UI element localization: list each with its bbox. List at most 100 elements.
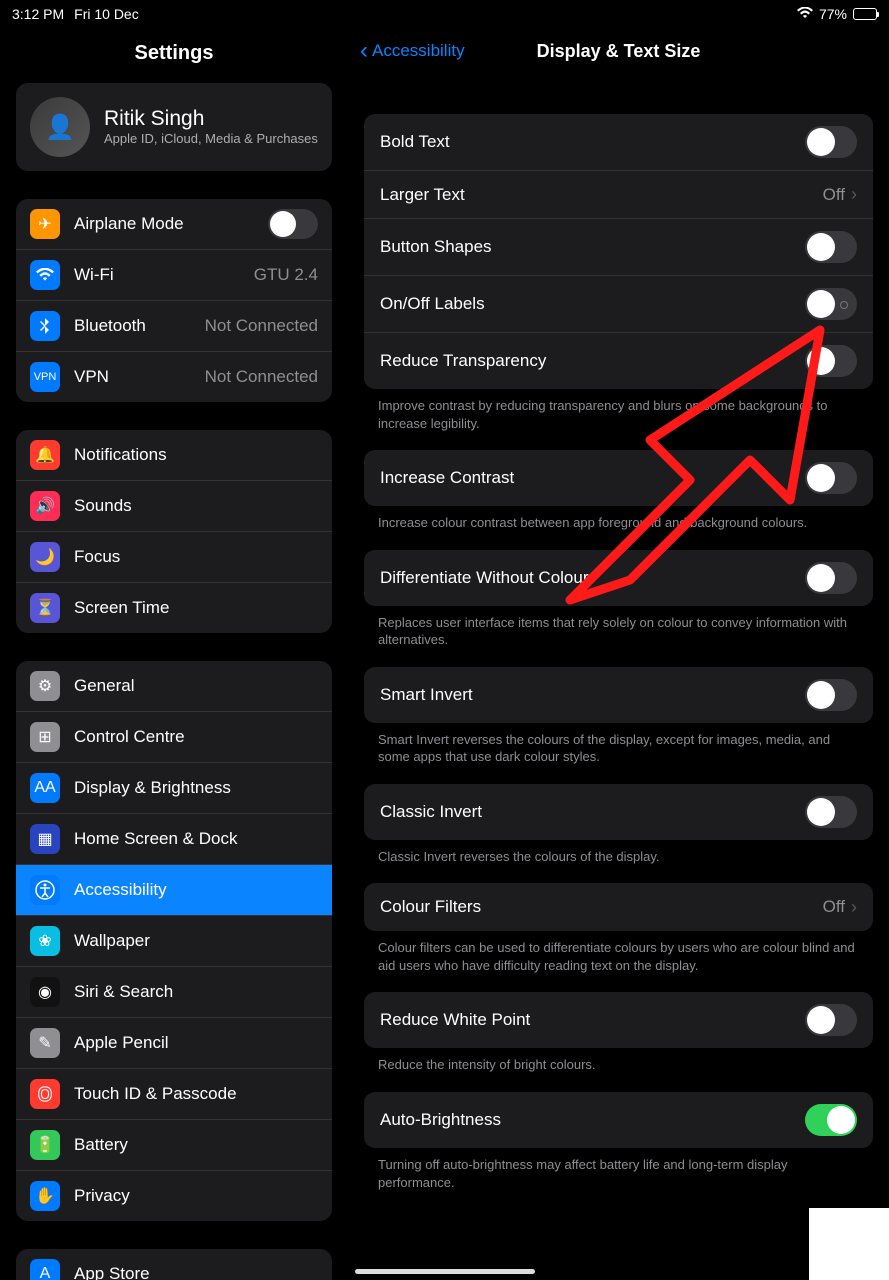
- section-footer: Reduce the intensity of bright colours.: [348, 1048, 889, 1074]
- setting-row-increase-contrast[interactable]: Increase Contrast: [364, 450, 873, 506]
- section-footer: Turning off auto-brightness may affect b…: [348, 1148, 889, 1191]
- sidebar-item-wi-fi[interactable]: Wi-FiGTU 2.4: [16, 250, 332, 301]
- sidebar-item-label: VPN: [74, 367, 191, 387]
- sidebar-item-control-centre[interactable]: ⊞Control Centre: [16, 712, 332, 763]
- display-brightness-icon: AA: [30, 773, 60, 803]
- sidebar-item-label: Battery: [74, 1135, 318, 1155]
- sidebar-item-label: Privacy: [74, 1186, 318, 1206]
- sidebar-item-bluetooth[interactable]: Bluetooth Not Connected: [16, 301, 332, 352]
- toggle[interactable]: [805, 345, 857, 377]
- apple-pencil-icon: ✎: [30, 1028, 60, 1058]
- detail-section-7: Auto-Brightness: [364, 1092, 873, 1148]
- setting-row-colour-filters[interactable]: Colour Filters Off›: [364, 883, 873, 931]
- setting-row-on-off-labels[interactable]: On/Off Labels: [364, 276, 873, 333]
- toggle[interactable]: [805, 288, 857, 320]
- section-footer: Classic Invert reverses the colours of t…: [348, 840, 889, 866]
- detail-section-0: Bold Text Larger TextOff›Button ShapesOn/…: [364, 114, 873, 389]
- setting-row-bold-text[interactable]: Bold Text: [364, 114, 873, 171]
- sidebar-item-siri-search[interactable]: ◉Siri & Search: [16, 967, 332, 1018]
- setting-label: Reduce White Point: [380, 1010, 530, 1030]
- sidebar-item-label: Notifications: [74, 445, 318, 465]
- sidebar-item-home-screen-dock[interactable]: ▦ Home Screen & Dock: [16, 814, 332, 865]
- setting-label: Bold Text: [380, 132, 450, 152]
- sidebar-item-label: App Store: [74, 1264, 318, 1280]
- sidebar-item-label: Touch ID & Passcode: [74, 1084, 318, 1104]
- back-button[interactable]: ‹ Accessibility: [360, 39, 465, 63]
- setting-row-differentiate-without-colour[interactable]: Differentiate Without Colour: [364, 550, 873, 606]
- setting-row-classic-invert[interactable]: Classic Invert: [364, 784, 873, 840]
- toggle[interactable]: [805, 1004, 857, 1036]
- setting-row-reduce-white-point[interactable]: Reduce White Point: [364, 992, 873, 1048]
- app-store-icon: A: [30, 1259, 60, 1280]
- sidebar-title: Settings: [0, 28, 348, 83]
- sidebar-item-privacy[interactable]: ✋ Privacy: [16, 1171, 332, 1221]
- setting-label: Auto-Brightness: [380, 1110, 501, 1130]
- sidebar-item-display-brightness[interactable]: AADisplay & Brightness: [16, 763, 332, 814]
- home-indicator: [355, 1269, 535, 1274]
- white-patch: [809, 1208, 889, 1280]
- sidebar-item-value: GTU 2.4: [254, 265, 318, 285]
- setting-row-auto-brightness[interactable]: Auto-Brightness: [364, 1092, 873, 1148]
- detail-section-4: Classic Invert: [364, 784, 873, 840]
- connectivity-section: ✈ Airplane Mode Wi-FiGTU 2.4 Bluetooth Not C…: [16, 199, 332, 402]
- section-footer: Increase colour contrast between app for…: [348, 506, 889, 532]
- sidebar-item-focus[interactable]: 🌙Focus: [16, 532, 332, 583]
- notif-section: 🔔Notifications🔊Sounds🌙Focus⏳Screen Time: [16, 430, 332, 633]
- sidebar-item-airplane-mode[interactable]: ✈ Airplane Mode: [16, 199, 332, 250]
- sidebar-item-vpn[interactable]: VPNVPNNot Connected: [16, 352, 332, 402]
- toggle[interactable]: [805, 462, 857, 494]
- setting-value: Off›: [823, 897, 857, 918]
- sidebar-item-apple-pencil[interactable]: ✎ Apple Pencil: [16, 1018, 332, 1069]
- toggle[interactable]: [805, 1104, 857, 1136]
- wallpaper-icon: ❀: [30, 926, 60, 956]
- detail-section-3: Smart Invert: [364, 667, 873, 723]
- toggle[interactable]: [805, 126, 857, 158]
- profile-row[interactable]: 👤 Ritik Singh Apple ID, iCloud, Media & …: [16, 83, 332, 171]
- status-date: Fri 10 Dec: [74, 6, 139, 22]
- toggle[interactable]: [268, 209, 318, 239]
- toggle[interactable]: [805, 231, 857, 263]
- privacy-icon: ✋: [30, 1181, 60, 1211]
- sidebar-item-label: Airplane Mode: [74, 214, 254, 234]
- airplane-mode-icon: ✈: [30, 209, 60, 239]
- sidebar-item-battery[interactable]: 🔋Battery: [16, 1120, 332, 1171]
- siri-search-icon: ◉: [30, 977, 60, 1007]
- sidebar-item-label: Control Centre: [74, 727, 318, 747]
- setting-row-button-shapes[interactable]: Button Shapes: [364, 219, 873, 276]
- profile-name: Ritik Singh: [104, 107, 318, 131]
- sidebar-item-label: Home Screen & Dock: [74, 829, 318, 849]
- wifi-icon: [797, 6, 813, 22]
- profile-section: 👤 Ritik Singh Apple ID, iCloud, Media & …: [16, 83, 332, 171]
- setting-row-reduce-transparency[interactable]: Reduce Transparency: [364, 333, 873, 389]
- sidebar-item-sounds[interactable]: 🔊Sounds: [16, 481, 332, 532]
- back-label: Accessibility: [372, 41, 465, 61]
- sidebar-item-label: Sounds: [74, 496, 318, 516]
- setting-row-smart-invert[interactable]: Smart Invert: [364, 667, 873, 723]
- sidebar-item-value: Not Connected: [205, 316, 318, 336]
- toggle[interactable]: [805, 679, 857, 711]
- setting-label: Differentiate Without Colour: [380, 568, 589, 588]
- sidebar-item-label: General: [74, 676, 318, 696]
- sidebar-item-screen-time[interactable]: ⏳Screen Time: [16, 583, 332, 633]
- chevron-left-icon: ‹: [360, 39, 368, 63]
- appstore-section: A App Store: [16, 1249, 332, 1280]
- setting-label: Larger Text: [380, 185, 465, 205]
- sidebar-item-wallpaper[interactable]: ❀Wallpaper: [16, 916, 332, 967]
- section-footer: Colour filters can be used to differenti…: [348, 931, 889, 974]
- setting-label: Classic Invert: [380, 802, 482, 822]
- sidebar-item-label: Apple Pencil: [74, 1033, 318, 1053]
- setting-row-larger-text[interactable]: Larger TextOff›: [364, 171, 873, 219]
- setting-label: Colour Filters: [380, 897, 481, 917]
- toggle[interactable]: [805, 796, 857, 828]
- detail-section-2: Differentiate Without Colour: [364, 550, 873, 606]
- profile-sub: Apple ID, iCloud, Media & Purchases: [104, 131, 318, 147]
- status-time: 3:12 PM: [12, 6, 64, 22]
- sidebar-item-label: Bluetooth: [74, 316, 191, 336]
- sidebar-item-notifications[interactable]: 🔔Notifications: [16, 430, 332, 481]
- sidebar-item-touch-id-passcode[interactable]: Touch ID & Passcode: [16, 1069, 332, 1120]
- home-screen-dock-icon: ▦: [30, 824, 60, 854]
- sidebar-item-accessibility[interactable]: Accessibility: [16, 865, 332, 916]
- sidebar-item-app-store[interactable]: A App Store: [16, 1249, 332, 1280]
- sidebar-item-general[interactable]: ⚙General: [16, 661, 332, 712]
- toggle[interactable]: [805, 562, 857, 594]
